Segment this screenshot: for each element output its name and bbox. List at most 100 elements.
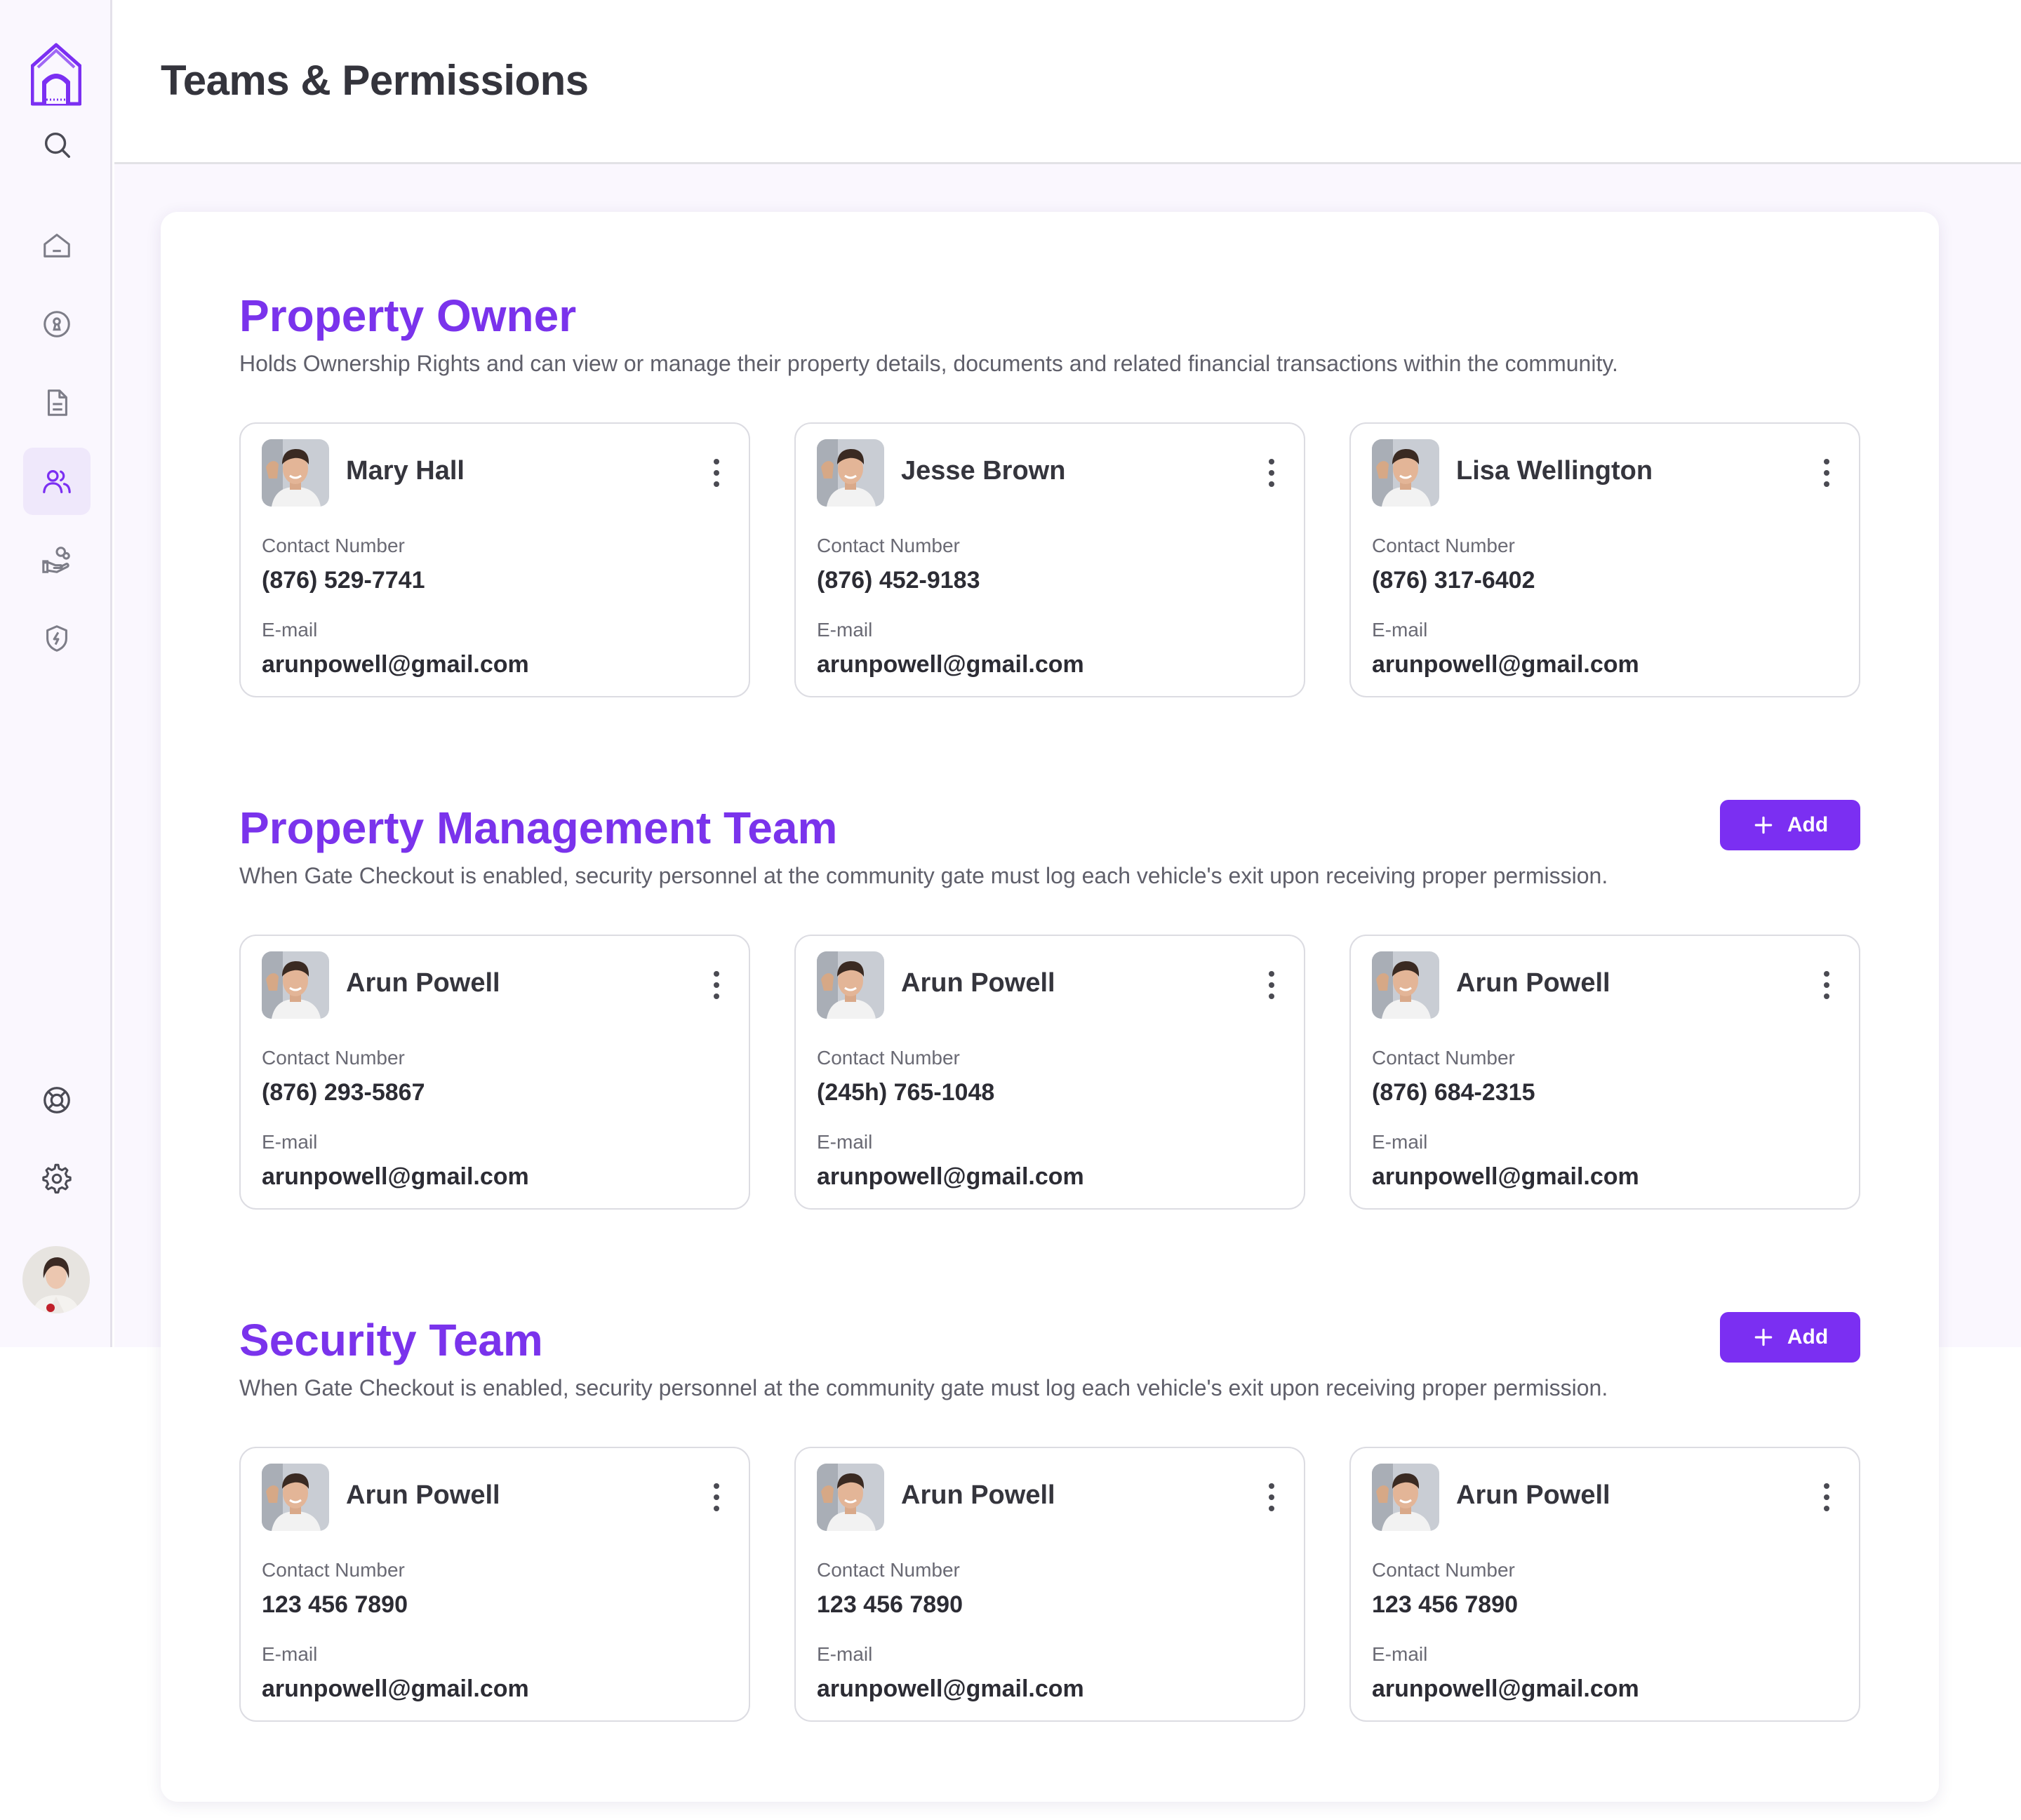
keyhole-icon[interactable] — [23, 290, 91, 358]
hand-coins-icon[interactable] — [23, 526, 91, 594]
document-icon[interactable] — [23, 369, 91, 436]
email-value: arunpowell@gmail.com — [1372, 1163, 1639, 1190]
member-avatar — [262, 439, 329, 507]
section-property-owner: Property Owner Holds Ownership Rights an… — [239, 288, 1860, 697]
section-title: Security Team — [239, 1315, 543, 1365]
section-title: Property Owner — [239, 290, 577, 341]
email-value: arunpowell@gmail.com — [1372, 651, 1639, 678]
member-avatar — [817, 1464, 884, 1531]
contact-label: Contact Number — [1372, 1559, 1515, 1581]
email-label: E-mail — [817, 1131, 873, 1153]
member-cards: Arun Powell Contact Number 123 456 7890 … — [239, 1447, 1860, 1722]
member-name: Arun Powell — [346, 968, 500, 998]
email-value: arunpowell@gmail.com — [262, 1163, 529, 1190]
member-avatar — [1372, 951, 1439, 1019]
member-name: Arun Powell — [901, 1480, 1055, 1510]
section-security-team: Security Team When Gate Checkout is enab… — [239, 1312, 1860, 1722]
add-button-label: Add — [1787, 813, 1829, 836]
member-name: Jesse Brown — [901, 456, 1066, 486]
member-card[interactable]: Arun Powell Contact Number 123 456 7890 … — [794, 1447, 1305, 1722]
member-name: Arun Powell — [346, 1480, 500, 1510]
contact-number: (245h) 765-1048 — [817, 1079, 995, 1106]
user-avatar[interactable] — [22, 1246, 90, 1313]
contact-number: 123 456 7890 — [262, 1591, 408, 1618]
email-label: E-mail — [817, 619, 873, 641]
more-options-icon[interactable] — [1821, 1482, 1832, 1513]
member-name: Arun Powell — [901, 968, 1055, 998]
contact-number: (876) 293-5867 — [262, 1079, 425, 1106]
page-title: Teams & Permissions — [161, 57, 589, 104]
member-card[interactable]: Jesse Brown Contact Number (876) 452-918… — [794, 422, 1305, 697]
more-options-icon[interactable] — [1266, 1482, 1277, 1513]
section-property-management-team: Property Management Team When Gate Check… — [239, 800, 1860, 1210]
email-label: E-mail — [262, 619, 318, 641]
email-value: arunpowell@gmail.com — [817, 651, 1084, 678]
contact-label: Contact Number — [262, 1559, 405, 1581]
member-avatar — [817, 951, 884, 1019]
home-icon[interactable] — [23, 212, 91, 279]
sidebar — [0, 0, 112, 1347]
search-icon[interactable] — [23, 111, 91, 178]
lifebuoy-icon[interactable] — [23, 1066, 91, 1134]
member-avatar — [817, 439, 884, 507]
email-label: E-mail — [262, 1643, 318, 1665]
member-card[interactable]: Mary Hall Contact Number (876) 529-7741 … — [239, 422, 750, 697]
member-card[interactable]: Lisa Wellington Contact Number (876) 317… — [1349, 422, 1860, 697]
email-label: E-mail — [1372, 1131, 1428, 1153]
member-avatar — [1372, 439, 1439, 507]
member-cards: Arun Powell Contact Number (876) 293-586… — [239, 935, 1860, 1210]
contact-number: (876) 529-7741 — [262, 567, 425, 594]
add-button-label: Add — [1787, 1325, 1829, 1349]
contact-number: 123 456 7890 — [1372, 1591, 1518, 1618]
email-value: arunpowell@gmail.com — [262, 1675, 529, 1702]
contact-label: Contact Number — [817, 1559, 960, 1581]
email-label: E-mail — [817, 1643, 873, 1665]
member-card[interactable]: Arun Powell Contact Number (876) 293-586… — [239, 935, 750, 1210]
email-value: arunpowell@gmail.com — [817, 1163, 1084, 1190]
section-description: Holds Ownership Rights and can view or m… — [239, 351, 1618, 376]
contact-label: Contact Number — [262, 535, 405, 556]
page-header: Teams & Permissions — [114, 0, 2021, 164]
member-avatar — [262, 1464, 329, 1531]
member-card[interactable]: Arun Powell Contact Number (245h) 765-10… — [794, 935, 1305, 1210]
contact-number: (876) 317-6402 — [1372, 567, 1535, 594]
contact-number: (876) 684-2315 — [1372, 1079, 1535, 1106]
member-card[interactable]: Arun Powell Contact Number 123 456 7890 … — [239, 1447, 750, 1722]
section-description: When Gate Checkout is enabled, security … — [239, 863, 1608, 888]
settings-gear-icon[interactable] — [23, 1145, 91, 1212]
more-options-icon[interactable] — [711, 970, 722, 1001]
teams-panel: Property Owner Holds Ownership Rights an… — [161, 212, 1939, 1802]
email-value: arunpowell@gmail.com — [817, 1675, 1084, 1702]
more-options-icon[interactable] — [711, 1482, 722, 1513]
email-label: E-mail — [1372, 619, 1428, 641]
users-icon[interactable] — [23, 448, 91, 515]
plus-icon — [1754, 1328, 1773, 1346]
more-options-icon[interactable] — [1821, 457, 1832, 488]
section-description: When Gate Checkout is enabled, security … — [239, 1375, 1608, 1400]
contact-number: 123 456 7890 — [817, 1591, 963, 1618]
section-title: Property Management Team — [239, 803, 838, 853]
member-name: Mary Hall — [346, 456, 465, 486]
contact-label: Contact Number — [262, 1047, 405, 1069]
contact-number: (876) 452-9183 — [817, 567, 980, 594]
add-member-button[interactable]: Add — [1720, 1312, 1860, 1363]
more-options-icon[interactable] — [1821, 970, 1832, 1001]
member-avatar — [1372, 1464, 1439, 1531]
email-label: E-mail — [1372, 1643, 1428, 1665]
more-options-icon[interactable] — [1266, 457, 1277, 488]
member-card[interactable]: Arun Powell Contact Number (876) 684-231… — [1349, 935, 1860, 1210]
more-options-icon[interactable] — [711, 457, 722, 488]
contact-label: Contact Number — [1372, 1047, 1515, 1069]
member-name: Arun Powell — [1456, 1480, 1610, 1510]
member-name: Lisa Wellington — [1456, 456, 1653, 486]
email-value: arunpowell@gmail.com — [262, 651, 529, 678]
add-member-button[interactable]: Add — [1720, 800, 1860, 850]
member-card[interactable]: Arun Powell Contact Number 123 456 7890 … — [1349, 1447, 1860, 1722]
member-name: Arun Powell — [1456, 968, 1610, 998]
shield-bolt-icon[interactable] — [23, 605, 91, 672]
more-options-icon[interactable] — [1266, 970, 1277, 1001]
email-label: E-mail — [262, 1131, 318, 1153]
member-avatar — [262, 951, 329, 1019]
plus-icon — [1754, 816, 1773, 834]
brand-logo-icon[interactable] — [30, 42, 82, 107]
